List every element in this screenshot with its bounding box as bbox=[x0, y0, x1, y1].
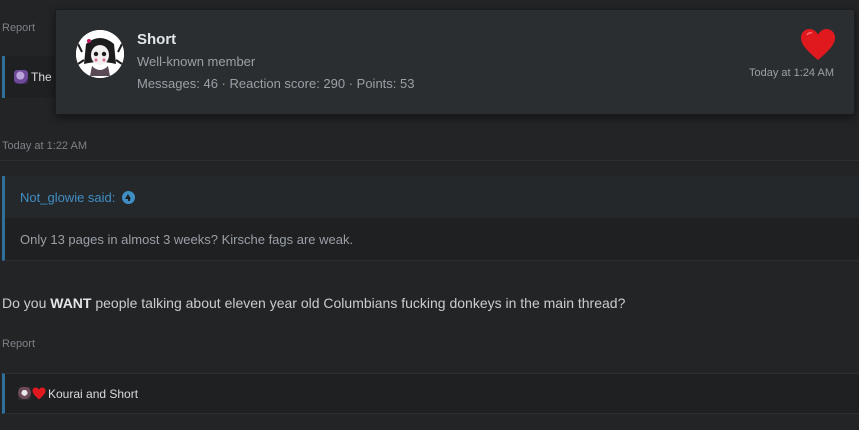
heart-icon bbox=[32, 387, 46, 400]
reactions-bar-top[interactable]: The bbox=[2, 56, 62, 98]
reactor-avatar-icon bbox=[14, 70, 28, 84]
post-body: Do you WANT people talking about eleven … bbox=[2, 295, 626, 311]
quote-block: Not_glowie said: Only 13 pages in almost… bbox=[2, 176, 859, 261]
member-title: Well-known member bbox=[137, 54, 256, 69]
page: Report The Short Well-known member Messa… bbox=[0, 0, 859, 430]
post-body-bold: WANT bbox=[50, 295, 92, 311]
reactions-list[interactable]: Kourai and Short bbox=[48, 387, 138, 401]
divider bbox=[0, 160, 859, 161]
post-timestamp[interactable]: Today at 1:22 AM bbox=[2, 140, 87, 152]
member-tooltip: Short Well-known member Messages: 46 · R… bbox=[55, 9, 855, 115]
arrow-up-circle-icon[interactable] bbox=[122, 190, 136, 204]
member-name[interactable]: Short bbox=[137, 31, 176, 48]
reactor-avatar-icon bbox=[18, 387, 31, 400]
report-link-top[interactable]: Report bbox=[2, 22, 35, 34]
member-stats: Messages: 46 · Reaction score: 290 · Poi… bbox=[137, 76, 415, 91]
reactions-text-top[interactable]: The bbox=[31, 70, 52, 84]
quote-body: Only 13 pages in almost 3 weeks? Kirsche… bbox=[20, 232, 354, 247]
reaction-timestamp: Today at 1:24 AM bbox=[749, 67, 834, 79]
avatar-icon[interactable] bbox=[76, 30, 124, 78]
quote-author[interactable]: Not_glowie said: bbox=[20, 190, 115, 205]
report-link[interactable]: Report bbox=[2, 338, 35, 350]
heart-icon bbox=[801, 29, 835, 60]
quote-header[interactable]: Not_glowie said: bbox=[5, 176, 859, 218]
reactions-bar[interactable]: Kourai and Short bbox=[2, 373, 859, 414]
